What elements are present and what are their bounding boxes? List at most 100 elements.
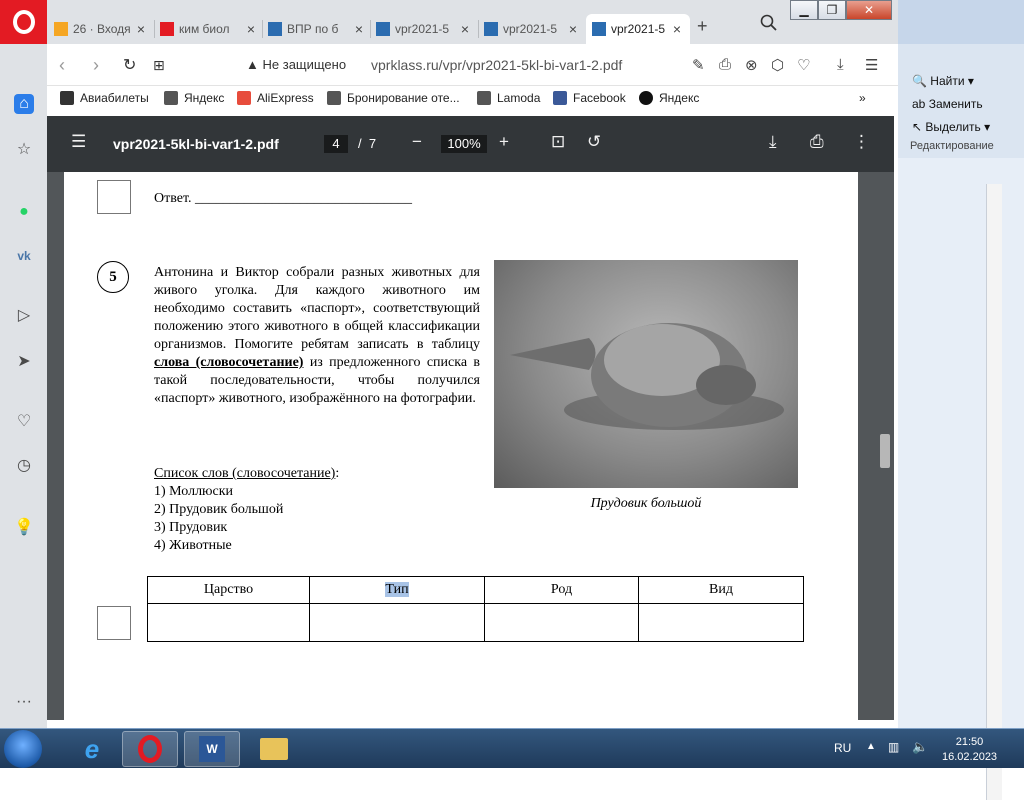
bookmark-item[interactable]: Бронирование оте...	[327, 91, 460, 105]
folder-icon	[260, 738, 288, 760]
tab-close-icon[interactable]: ×	[458, 21, 472, 37]
whatsapp-icon[interactable]: ●	[14, 202, 34, 222]
tab-close-icon[interactable]: ×	[566, 21, 580, 37]
taskbar-explorer[interactable]	[246, 731, 302, 767]
rotate-icon[interactable]: ↺	[587, 132, 601, 152]
tab-bar: 26 · Входя × ким биол × ВПР по б × vpr2021-5 × v…	[0, 0, 898, 44]
print-icon[interactable]: ⎙	[810, 132, 824, 152]
bookmark-item[interactable]: Facebook	[553, 91, 626, 105]
bookmark-label: AliExpress	[257, 91, 314, 105]
system-clock[interactable]: 21:50 16.02.2023	[942, 735, 997, 765]
adblock-icon[interactable]: ⊗	[745, 56, 758, 74]
vpn-icon[interactable]: ⬡	[771, 56, 784, 74]
tab-close-icon[interactable]: ×	[244, 21, 258, 37]
volume-icon[interactable]: 🔈	[912, 739, 928, 755]
network-icon[interactable]: ▥	[888, 740, 899, 754]
lightbulb-icon[interactable]: 💡	[14, 518, 34, 538]
tab-label: ВПР по б	[287, 22, 339, 36]
history-clock-icon[interactable]: ◷	[14, 456, 34, 476]
language-indicator[interactable]: RU	[834, 741, 851, 755]
bookmark-item[interactable]: Яндекс	[164, 91, 224, 105]
page-number-input[interactable]: 4	[324, 135, 348, 153]
find-button[interactable]: 🔍 Найти ▾	[912, 74, 974, 88]
warning-icon: ▲	[246, 57, 259, 72]
back-icon[interactable]: ‹	[59, 55, 65, 76]
camera-icon[interactable]: ⎙	[719, 56, 731, 73]
download-icon[interactable]: ⤓	[837, 56, 844, 73]
tab-close-icon[interactable]: ×	[352, 21, 366, 37]
tab-6[interactable]: vpr2021-5 ×	[586, 14, 690, 44]
word-titlebar	[898, 0, 1024, 44]
vertical-scrollbar[interactable]	[986, 184, 1002, 800]
taskbar-word[interactable]: W	[184, 731, 240, 767]
tab-2[interactable]: ким биол ×	[154, 14, 264, 44]
page-total: / 7	[358, 136, 377, 151]
send-icon[interactable]: ➤	[14, 352, 34, 372]
pdf-scrollbar[interactable]	[876, 172, 894, 720]
url-field[interactable]: vprklass.ru/vpr/vpr2021-5kl-bi-var1-2.pd…	[371, 57, 622, 73]
tab-close-icon[interactable]: ×	[134, 21, 148, 37]
speed-dial-star-icon[interactable]: ☆	[14, 140, 34, 160]
forward-icon[interactable]: ›	[93, 55, 99, 76]
security-warning[interactable]: ▲ Не защищено	[246, 57, 346, 72]
bookmarks-more-button[interactable]: »	[859, 91, 866, 105]
zoom-in-icon[interactable]: +	[499, 132, 509, 152]
tab-label: ким биол	[179, 22, 230, 36]
tab-4[interactable]: vpr2021-5 ×	[370, 14, 478, 44]
taskbar-ie[interactable]: e	[64, 731, 120, 767]
reload-icon[interactable]: ↻	[123, 55, 136, 75]
pdf-viewport[interactable]: Ответ. _______________________________ 5…	[47, 172, 894, 720]
opera-icon	[138, 735, 162, 763]
taskbar-opera[interactable]	[122, 731, 178, 767]
pdf-filename: vpr2021-5kl-bi-var1-2.pdf	[113, 136, 279, 152]
start-button[interactable]	[4, 730, 42, 768]
opera-menu-button[interactable]	[0, 0, 47, 44]
vk-icon[interactable]: vk	[14, 246, 34, 266]
close-button[interactable]: ✕	[846, 0, 892, 20]
home-icon[interactable]: ⌂	[14, 94, 34, 114]
bookmark-label: Яндекс	[659, 91, 700, 105]
more-dots-icon[interactable]: ···	[14, 692, 34, 712]
score-box	[97, 606, 131, 640]
tab-1[interactable]: 26 · Входя ×	[48, 14, 154, 44]
tab-label: vpr2021-5	[503, 22, 558, 36]
question-text: Антонина и Виктор собрали разных животны…	[154, 265, 480, 406]
fit-page-icon[interactable]: ⊡	[551, 132, 565, 152]
tab-search-icon[interactable]	[760, 14, 778, 32]
tab-close-icon[interactable]: ×	[670, 21, 684, 37]
tab-favicon-icon	[54, 22, 68, 36]
zoom-level[interactable]: 100%	[441, 135, 487, 153]
maximize-button[interactable]: ❐	[818, 0, 846, 20]
bookmark-item[interactable]: Яндекс	[639, 91, 699, 105]
ribbon-group-label: Редактирование	[910, 140, 994, 152]
download-pdf-icon[interactable]: ⤓	[769, 132, 777, 152]
zoom-out-icon[interactable]: −	[412, 132, 422, 152]
minimize-button[interactable]: ▁	[790, 0, 818, 20]
show-hidden-icons-icon[interactable]: ▲	[866, 741, 876, 752]
bookmark-icon	[327, 91, 341, 105]
heart-icon[interactable]: ♡	[14, 412, 34, 432]
list-item: 1) Моллюски	[154, 484, 234, 499]
bookmark-item[interactable]: Авиабилеты	[60, 91, 149, 105]
bookmark-item[interactable]: Lamoda	[477, 91, 540, 105]
scroll-thumb[interactable]	[880, 434, 890, 468]
tabs-grid-icon[interactable]: ⊞	[153, 57, 165, 74]
cursor-icon: ↖	[912, 120, 923, 134]
new-tab-button[interactable]: +	[697, 16, 708, 37]
tab-5[interactable]: vpr2021-5 ×	[478, 14, 586, 44]
heart-bookmark-icon[interactable]: ♡	[797, 56, 810, 74]
edit-icon[interactable]: ✎	[692, 56, 705, 74]
bookmark-item[interactable]: AliExpress	[237, 91, 314, 105]
select-button[interactable]: ↖ Выделить ▾	[912, 120, 990, 134]
address-bar: ‹ › ↻ ⊞ ▲ Не защищено vprklass.ru/vpr/vp…	[47, 44, 898, 86]
hamburger-menu-icon[interactable]: ☰	[71, 132, 86, 152]
player-icon[interactable]: ▷	[14, 306, 34, 326]
replace-button[interactable]: ab Заменить	[912, 97, 983, 111]
easy-setup-icon[interactable]: ☰	[865, 56, 878, 74]
more-vertical-icon[interactable]: ⋮	[853, 132, 870, 152]
chevron-down-icon: ▾	[984, 120, 991, 134]
tab-3[interactable]: ВПР по б ×	[262, 14, 372, 44]
list-item: 4) Животные	[154, 538, 232, 553]
score-box	[97, 180, 131, 214]
taskbar: e W RU ▲ ▥ 🔈 21:50 16.02.2023	[0, 728, 1024, 768]
